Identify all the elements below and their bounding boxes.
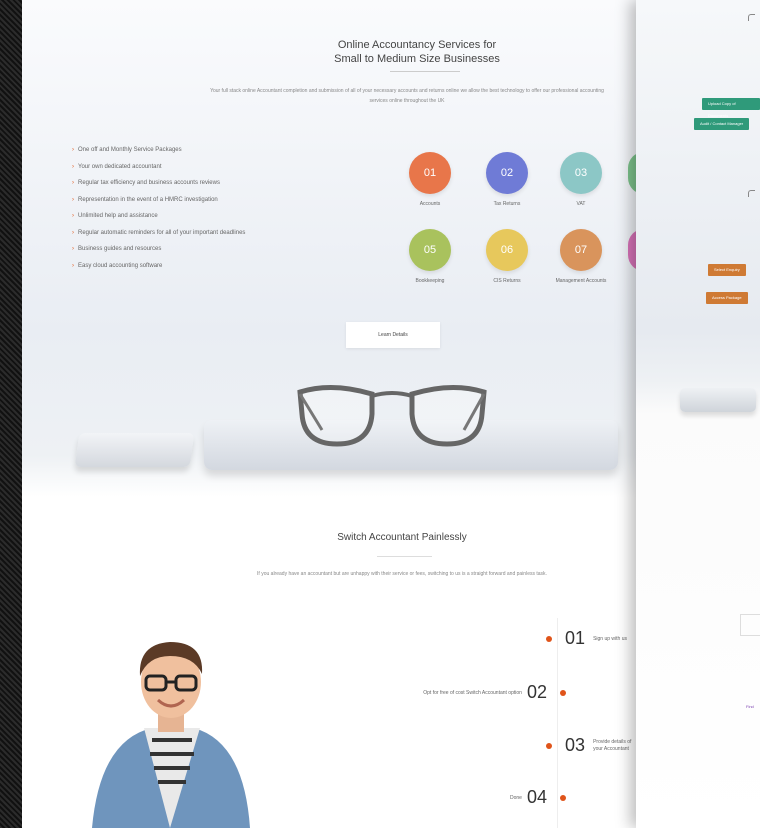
step-01: 01 Sign up with us <box>546 628 633 649</box>
service-circle-partial <box>628 152 636 194</box>
orange-action-button[interactable]: Access Package <box>706 292 748 304</box>
service-label: Management Accounts <box>555 278 607 284</box>
step-04: Done 04 <box>442 787 566 808</box>
step-text: Sign up with us <box>593 635 627 642</box>
service-number-circle: 06 <box>486 229 528 271</box>
smiling-man-photo <box>92 642 250 828</box>
connector-hook-icon <box>748 14 755 21</box>
website-mockup-page-main: Online Accountancy Services for Small to… <box>22 0 636 828</box>
feature-item: › Easy cloud accounting software <box>72 262 163 269</box>
input-box-partial[interactable] <box>740 614 760 636</box>
service-accounts[interactable]: 01 Accounts <box>395 152 465 208</box>
service-label: VAT <box>576 201 586 207</box>
step-number: 02 <box>526 682 547 702</box>
service-label: CIS Returns <box>493 278 521 284</box>
hero-title: Online Accountancy Services for Small to… <box>252 38 582 66</box>
title-divider <box>390 71 460 72</box>
feature-item: › Business guides and resources <box>72 246 162 252</box>
partial-link[interactable]: Find <box>746 704 754 709</box>
service-number-circle: 07 <box>560 229 602 271</box>
service-cis-returns[interactable]: 06 CIS Returns <box>472 229 542 285</box>
bullet-icon: › <box>72 229 74 236</box>
step-text: Opt for free of cost Switch Accountant o… <box>423 689 522 696</box>
step-03: 03 Provide details of your Accountant <box>546 735 633 756</box>
feature-item: › Unlimited help and assistance <box>72 213 158 219</box>
bullet-icon: › <box>72 147 74 153</box>
bullet-icon: › <box>72 180 74 186</box>
hero-title-line1: Online Accountancy Services for <box>337 39 497 51</box>
bullet-icon: › <box>72 196 74 203</box>
service-bookkeeping[interactable]: 05 Bookkeeping <box>395 229 465 285</box>
phone-image <box>74 433 195 467</box>
bullet-icon: › <box>72 246 74 252</box>
hero-intro-text: Your full stack online Accountant comple… <box>210 88 604 104</box>
service-number-circle: 02 <box>486 152 528 194</box>
service-circle-partial <box>628 229 636 271</box>
green-action-button[interactable]: Audit / Contact Manager <box>694 118 750 130</box>
step-text: Done <box>509 794 522 801</box>
learn-details-button[interactable]: Learn Details <box>346 322 440 348</box>
service-number-circle: 03 <box>560 152 602 194</box>
service-management-accounts[interactable]: 07 Management Accounts <box>546 229 616 285</box>
phone-image <box>680 388 756 412</box>
step-text: Provide details of your Accountant <box>593 739 632 753</box>
service-tax-returns[interactable]: 02 Tax Returns <box>472 152 542 208</box>
service-number-circle: 05 <box>409 229 451 271</box>
service-label: Accounts <box>419 201 441 207</box>
timeline-dot-icon <box>546 743 552 750</box>
switch-section-title: Switch Accountant Painlessly <box>337 532 467 543</box>
feature-item: › Regular tax efficiency and business acc… <box>72 180 220 186</box>
step-number: 03 <box>565 735 586 755</box>
bullet-icon: › <box>72 213 74 219</box>
step-number: 04 <box>526 787 547 807</box>
orange-action-button[interactable]: Select Enquiry <box>708 264 746 276</box>
service-vat[interactable]: 03 VAT <box>546 152 616 208</box>
switch-title-divider <box>377 556 432 557</box>
feature-item: › Your own dedicated accountant <box>72 163 162 170</box>
eyeglasses-image <box>297 384 487 447</box>
switch-intro-text: If you already have an accountant but ar… <box>257 571 547 577</box>
step-number: 01 <box>565 628 586 648</box>
step-02: Opt for free of cost Switch Accountant o… <box>382 682 566 703</box>
feature-item: › One off and Monthly Service Packages <box>72 147 182 153</box>
green-action-button[interactable]: Upload Copy of Documents <box>702 98 760 118</box>
service-number-circle: 01 <box>409 152 451 194</box>
timeline-dot-icon <box>560 795 566 802</box>
features-list: › One off and Monthly Service Packages › Y… <box>72 146 245 278</box>
service-label: Tax Returns <box>493 201 521 207</box>
feature-item: › Representation in the event of a HMRC i… <box>72 196 218 203</box>
connector-hook-icon <box>748 190 755 197</box>
hero-title-line2: Small to Medium Size Businesses <box>334 53 500 65</box>
bullet-icon: › <box>72 262 74 269</box>
website-mockup-page-secondary: Upload Copy of Documents Audit / Contact… <box>636 0 760 828</box>
feature-item: › Regular automatic reminders for all of … <box>72 229 246 236</box>
bullet-icon: › <box>72 163 74 170</box>
timeline-dot-icon <box>560 690 566 697</box>
dark-texture-background <box>0 0 22 828</box>
timeline-dot-icon <box>546 636 552 643</box>
service-label: Bookkeeping <box>415 278 445 284</box>
